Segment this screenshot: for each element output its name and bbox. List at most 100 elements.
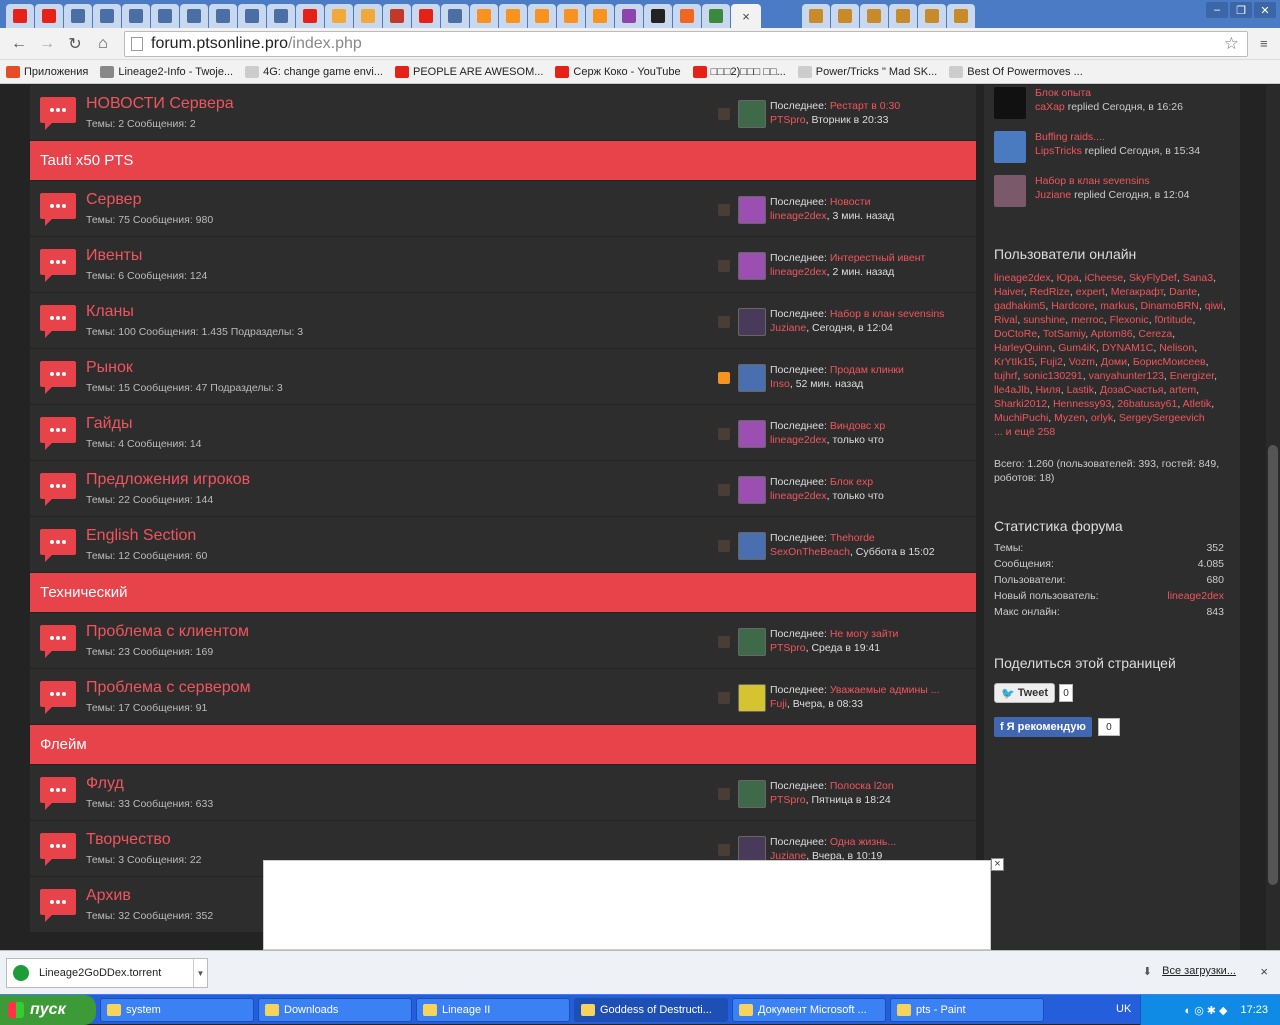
last-post-title-link[interactable]: Набор в клан sevensins [830,308,945,320]
last-post-user-link[interactable]: Inso [770,378,790,390]
browser-tab[interactable] [180,4,208,28]
online-user-link[interactable]: SergeySergeevich [1119,412,1205,424]
ad-banner[interactable] [263,860,991,950]
browser-tab[interactable] [267,4,295,28]
online-user-link[interactable]: iCheese [1085,272,1124,284]
reload-icon[interactable]: ↻ [64,33,86,55]
browser-tab[interactable] [470,4,498,28]
forum-title-link[interactable]: Рынок [86,359,133,377]
online-user-link[interactable]: KrYtIk15 [994,356,1034,368]
back-icon[interactable]: ← [8,33,30,55]
forum-title-link[interactable]: Проблема с клиентом [86,623,249,641]
online-user-link[interactable]: БорисМоисеев [1133,356,1206,368]
bookmark-star-icon[interactable]: ☆ [1224,34,1239,54]
forum-title-link[interactable]: English Section [86,527,196,545]
avatar[interactable] [738,420,766,448]
activity-avatar[interactable] [994,175,1026,207]
avatar[interactable] [738,364,766,392]
online-user-link[interactable]: merroc [1071,314,1104,326]
forum-title-link[interactable]: Флуд [86,775,124,793]
avatar[interactable] [738,684,766,712]
taskbar-button[interactable]: pts - Paint [890,997,1044,1022]
online-user-link[interactable]: Доми [1101,356,1127,368]
online-user-link[interactable]: Cereza [1138,328,1172,340]
online-user-link[interactable]: Dante [1169,286,1197,298]
category-header[interactable]: Tauti x50 PTS [30,141,976,181]
browser-tab[interactable] [802,4,830,28]
last-post-user-link[interactable]: Fuji [770,698,787,710]
avatar[interactable] [738,628,766,656]
online-user-link[interactable]: sonic130291 [1023,370,1083,382]
online-user-link[interactable]: Nelison [1159,342,1194,354]
taskbar-button[interactable]: system [100,997,254,1022]
browser-tab[interactable] [947,4,975,28]
browser-tab[interactable] [528,4,556,28]
online-user-link[interactable]: Sharki2012 [994,398,1047,410]
last-post-title-link[interactable]: Уважаемые админы ... [830,684,940,696]
taskbar-button[interactable]: Lineage II [416,997,570,1022]
rss-icon[interactable] [718,844,730,856]
last-post-title-link[interactable]: Виндовс xp [830,420,885,432]
online-user-link[interactable]: qiwi [1205,300,1223,312]
last-post-title-link[interactable]: Рестарт в 0:30 [830,100,900,112]
language-indicator[interactable]: UK [1116,1003,1131,1015]
online-user-link[interactable]: Sana3 [1183,272,1213,284]
online-user-link[interactable]: DoCtoRe [994,328,1037,340]
activity-user-link[interactable]: Juziane [1035,189,1071,201]
online-user-link[interactable]: DinamoBRN [1141,300,1199,312]
online-user-link[interactable]: Flexonic [1110,314,1149,326]
online-user-link[interactable]: Atletik [1183,398,1212,410]
category-header[interactable]: Флейм [30,725,976,765]
online-user-link[interactable]: sunshine [1023,314,1065,326]
browser-tab[interactable] [889,4,917,28]
download-item[interactable]: Lineage2GoDDex.torrent ▼ [6,958,208,988]
browser-tab[interactable] [325,4,353,28]
rss-icon[interactable] [718,372,730,384]
browser-tab[interactable] [615,4,643,28]
online-user-link[interactable]: Rival [994,314,1017,326]
minimize-button[interactable]: – [1206,2,1228,18]
rss-icon[interactable] [718,692,730,704]
address-bar[interactable]: forum.ptsonline.pro/index.php ☆ [124,31,1248,57]
home-icon[interactable]: ⌂ [92,33,114,55]
avatar[interactable] [738,780,766,808]
browser-tab[interactable] [383,4,411,28]
activity-title-link[interactable]: Набор в клан sevensins [1035,175,1150,187]
online-user-link[interactable]: MuchiPuchi [994,412,1048,424]
chevron-down-icon[interactable]: ▼ [193,959,207,987]
browser-tab[interactable] [354,4,382,28]
rss-icon[interactable] [718,428,730,440]
bookmark-item[interactable]: Приложения [6,65,88,78]
online-user-link[interactable]: Haiver [994,286,1024,298]
browser-tab[interactable] [296,4,324,28]
online-user-link[interactable]: markus [1100,300,1134,312]
online-user-link[interactable]: TotSamiy [1043,328,1085,340]
activity-title-link[interactable]: Блок опыта [1035,87,1091,99]
online-user-link[interactable]: artem [1169,384,1196,396]
forum-title-link[interactable]: Архив [86,887,131,905]
close-icon[interactable]: × [1260,964,1268,979]
online-user-link[interactable]: 26batusay61 [1117,398,1177,410]
browser-tab[interactable] [151,4,179,28]
scrollbar-thumb[interactable] [1268,445,1278,885]
tweet-button[interactable]: 🐦 Tweet [994,683,1056,703]
last-post-user-link[interactable]: Juziane [770,322,806,334]
browser-tab[interactable] [93,4,121,28]
last-post-title-link[interactable]: Блок exp [830,476,873,488]
activity-avatar[interactable] [994,131,1026,163]
browser-tab[interactable] [35,4,63,28]
last-post-title-link[interactable]: Продам клинки [830,364,904,376]
forum-title-link[interactable]: Проблема с сервером [86,679,251,697]
browser-tab[interactable] [586,4,614,28]
bookmark-item[interactable]: Power/Tricks " Mad SK... [797,65,937,78]
restore-button[interactable]: ❐ [1230,2,1252,18]
online-user-link[interactable]: Vozm [1069,356,1095,368]
avatar[interactable] [738,532,766,560]
online-user-link[interactable]: gadhakim5 [994,300,1045,312]
forward-icon[interactable]: → [36,33,58,55]
online-user-link[interactable]: RedRize [1030,286,1070,298]
forum-title-link[interactable]: Предложения игроков [86,471,250,489]
online-user-link[interactable]: Energizer [1170,370,1214,382]
browser-tab[interactable] [918,4,946,28]
last-post-title-link[interactable]: Новости [830,196,871,208]
